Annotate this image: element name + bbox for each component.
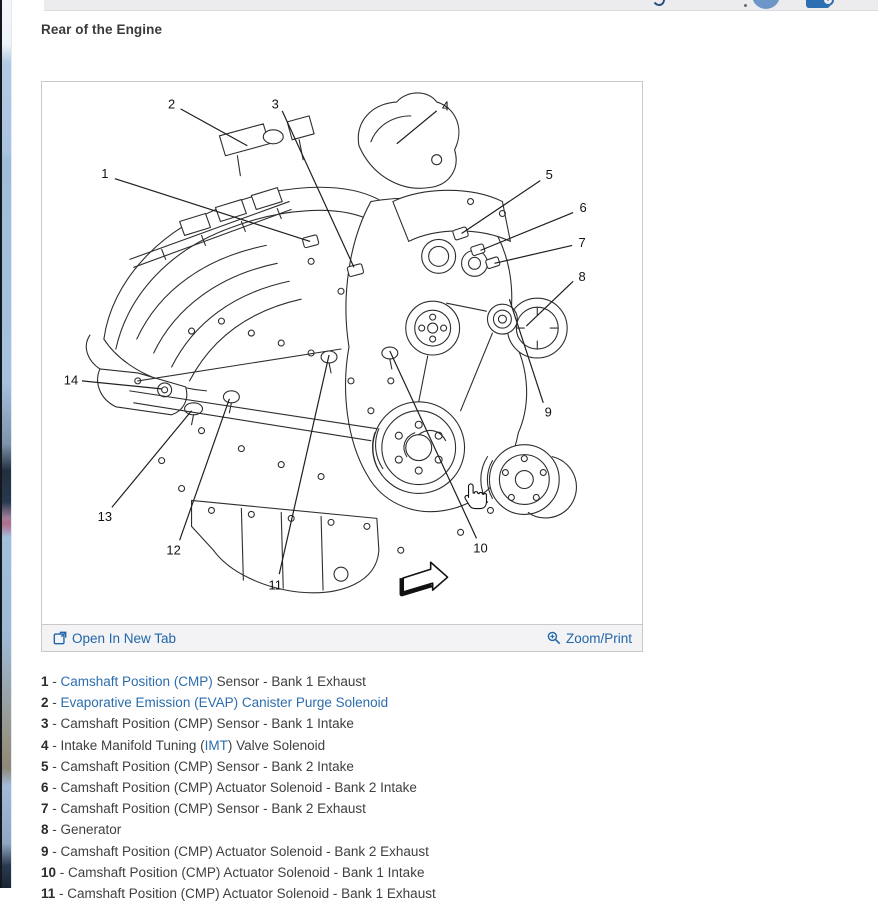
legend-item: 8 - Generator	[41, 819, 841, 840]
open-in-new-tab-link[interactable]: Open In New Tab	[53, 631, 176, 646]
legend-number: 7	[41, 801, 49, 816]
legend-number: 8	[41, 822, 49, 837]
legend-link[interactable]: Camshaft Position (CMP)	[61, 674, 213, 689]
page-title: Rear of the Engine	[41, 22, 162, 37]
figure-footer: Open In New Tab Zoom/Print	[42, 624, 642, 651]
plus-icon: +	[824, 0, 832, 5]
zoom-print-label: Zoom/Print	[566, 631, 632, 646]
callout-number: 9	[545, 404, 552, 419]
open-in-new-icon	[53, 631, 67, 645]
engine-body	[86, 93, 576, 593]
toolbar-dot-icon	[744, 4, 747, 7]
legend-number: 1	[41, 674, 49, 689]
callout-number: 12	[166, 543, 180, 558]
legend-text: Camshaft Position (CMP) Sensor - Bank 1 …	[61, 716, 354, 731]
legend-text: Camshaft Position (CMP) Actuator Solenoi…	[61, 780, 417, 795]
legend-text: Sensor - Bank 1 Exhaust	[213, 674, 366, 689]
toolbar-left-gap	[12, 0, 44, 11]
legend-number: 6	[41, 780, 49, 795]
legend-separator: -	[49, 844, 61, 859]
legend-text: Camshaft Position (CMP) Sensor - Bank 2 …	[61, 759, 354, 774]
legend: 1 - Camshaft Position (CMP) Sensor - Ban…	[41, 671, 841, 904]
toolbar: +	[44, 0, 878, 11]
legend-item: 4 - Intake Manifold Tuning (IMT) Valve S…	[41, 735, 841, 756]
legend-item: 10 - Camshaft Position (CMP) Actuator So…	[41, 862, 841, 883]
legend-text: Camshaft Position (CMP) Actuator Solenoi…	[67, 886, 435, 901]
legend-separator: -	[49, 738, 61, 753]
callout-number: 6	[580, 200, 587, 215]
legend-number: 9	[41, 844, 49, 859]
callout-number: 10	[473, 541, 487, 556]
legend-item: 7 - Camshaft Position (CMP) Sensor - Ban…	[41, 798, 841, 819]
legend-item: 9 - Camshaft Position (CMP) Actuator Sol…	[41, 841, 841, 862]
legend-separator: -	[49, 780, 61, 795]
callout-leader-line	[494, 245, 572, 263]
zoom-print-link[interactable]: Zoom/Print	[547, 631, 632, 646]
legend-number: 5	[41, 759, 49, 774]
callout-number: 7	[579, 235, 586, 250]
legend-text: Camshaft Position (CMP) Actuator Solenoi…	[68, 865, 424, 880]
legend-item: 11 - Camshaft Position (CMP) Actuator So…	[41, 883, 841, 904]
legend-link[interactable]: Evaporative Emission (EVAP) Canister Pur…	[61, 695, 389, 710]
legend-separator: -	[56, 865, 68, 880]
legend-text: Generator	[61, 822, 122, 837]
legend-text: ) Valve Solenoid	[228, 738, 325, 753]
open-in-new-tab-label: Open In New Tab	[72, 631, 176, 646]
legend-number: 11	[41, 886, 55, 901]
callout-number: 8	[579, 269, 586, 284]
avatar[interactable]	[752, 0, 780, 9]
legend-item: 5 - Camshaft Position (CMP) Sensor - Ban…	[41, 756, 841, 777]
callout-number: 2	[168, 96, 175, 111]
figure-card: 1234567891011121314 Open In New Tab	[41, 81, 643, 652]
callout-number: 11	[269, 578, 282, 593]
legend-item: 1 - Camshaft Position (CMP) Sensor - Ban…	[41, 671, 841, 692]
legend-separator: -	[49, 759, 61, 774]
engine-line-art: 1234567891011121314	[42, 82, 642, 624]
legend-item: 3 - Camshaft Position (CMP) Sensor - Ban…	[41, 713, 841, 734]
callout-number: 4	[442, 98, 449, 113]
engine-diagram-image[interactable]: 1234567891011121314	[42, 82, 642, 624]
legend-separator: -	[49, 674, 61, 689]
legend-separator: -	[49, 801, 61, 816]
callout-number: 1	[101, 166, 108, 181]
callout-number: 14	[64, 372, 78, 387]
callout-number: 3	[272, 96, 279, 111]
window-edge-strip	[0, 0, 12, 888]
search-icon[interactable]	[652, 0, 667, 7]
callout-number: 5	[546, 167, 553, 182]
legend-link[interactable]: IMT	[205, 738, 228, 753]
direction-arrow-icon	[402, 562, 448, 594]
legend-text: Intake Manifold Tuning (	[61, 738, 205, 753]
legend-number: 2	[41, 695, 49, 710]
legend-number: 10	[41, 865, 56, 880]
magnifier-plus-icon	[547, 631, 561, 645]
callout-number: 13	[98, 509, 112, 524]
legend-item: 6 - Camshaft Position (CMP) Actuator Sol…	[41, 777, 841, 798]
callout-leader-line	[115, 179, 310, 242]
legend-separator: -	[55, 886, 67, 901]
legend-number: 4	[41, 738, 49, 753]
legend-separator: -	[49, 716, 61, 731]
legend-number: 3	[41, 716, 49, 731]
legend-separator: -	[49, 822, 61, 837]
callout-leader-line	[112, 411, 192, 508]
legend-text: Camshaft Position (CMP) Actuator Solenoi…	[61, 844, 429, 859]
legend-separator: -	[49, 695, 61, 710]
legend-text: Camshaft Position (CMP) Sensor - Bank 2 …	[61, 801, 366, 816]
callout-leader-line	[181, 109, 248, 146]
legend-item: 2 - Evaporative Emission (EVAP) Canister…	[41, 692, 841, 713]
